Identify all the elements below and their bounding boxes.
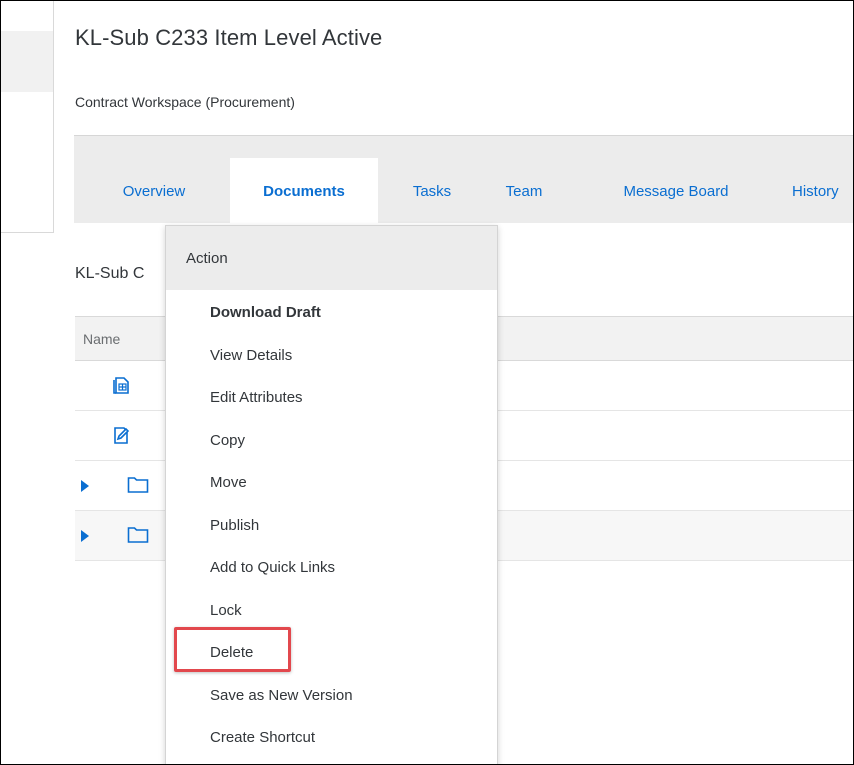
tab-message-board[interactable]: Message Board (606, 158, 746, 224)
tab-documents[interactable]: Documents (230, 158, 378, 224)
edit-document-icon (111, 425, 131, 450)
left-side-panel (1, 1, 54, 233)
menu-header: Action (166, 226, 497, 290)
menu-item-view-details[interactable]: View Details (210, 347, 292, 364)
menu-item-add-to-quick-links[interactable]: Add to Quick Links (210, 559, 335, 576)
tab-team[interactable]: Team (494, 158, 554, 224)
menu-item-delete[interactable]: Delete (210, 644, 253, 661)
menu-item-create-shortcut[interactable]: Create Shortcut (210, 729, 315, 746)
menu-item-save-as-new-version[interactable]: Save as New Version (210, 687, 353, 704)
action-menu: Action Download Draft View Details Edit … (165, 225, 498, 764)
folder-icon (127, 476, 149, 499)
menu-item-publish[interactable]: Publish (210, 517, 259, 534)
expand-arrow-icon[interactable] (81, 480, 89, 492)
spreadsheet-document-icon (111, 375, 131, 400)
tab-bar: Overview Documents Tasks Team Message Bo… (74, 135, 853, 224)
page-subtitle: Contract Workspace (Procurement) (75, 94, 295, 110)
tab-history[interactable]: History (792, 158, 853, 224)
left-panel-shade (1, 31, 53, 92)
menu-item-edit-attributes[interactable]: Edit Attributes (210, 389, 303, 406)
folder-breadcrumb: KL-Sub C (75, 265, 145, 282)
column-header-name[interactable]: Name (83, 331, 120, 347)
tab-overview[interactable]: Overview (108, 158, 200, 224)
menu-item-lock[interactable]: Lock (210, 602, 242, 619)
app-frame: KL-Sub C233 Item Level Active Contract W… (0, 0, 854, 765)
menu-item-move[interactable]: Move (210, 474, 247, 491)
menu-item-copy[interactable]: Copy (210, 432, 245, 449)
tab-tasks[interactable]: Tasks (402, 158, 462, 224)
page-title: KL-Sub C233 Item Level Active (75, 25, 383, 50)
folder-icon (127, 526, 149, 549)
menu-item-download-draft[interactable]: Download Draft (210, 304, 321, 321)
expand-arrow-icon[interactable] (81, 530, 89, 542)
